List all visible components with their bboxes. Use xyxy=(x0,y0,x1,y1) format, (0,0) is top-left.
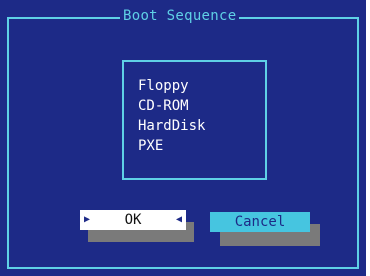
triangle-right-icon: ▶ xyxy=(84,214,91,225)
triangle-left-icon: ◀ xyxy=(175,214,182,225)
cancel-button-label: Cancel xyxy=(234,214,286,230)
ok-button[interactable]: ▶ OK ◀ xyxy=(80,210,186,230)
cancel-button[interactable]: Cancel xyxy=(210,212,310,232)
boot-device-harddisk[interactable]: HardDisk xyxy=(138,116,205,136)
boot-order-list: Floppy CD-ROM HardDisk PXE xyxy=(138,76,205,156)
ok-button-label: OK xyxy=(124,212,142,228)
bios-screen: Boot Sequence Floppy CD-ROM HardDisk PXE… xyxy=(0,0,366,276)
dialog-title: Boot Sequence xyxy=(120,8,240,25)
boot-device-cd-rom[interactable]: CD-ROM xyxy=(138,96,205,116)
boot-device-pxe[interactable]: PXE xyxy=(138,136,205,156)
boot-device-floppy[interactable]: Floppy xyxy=(138,76,205,96)
